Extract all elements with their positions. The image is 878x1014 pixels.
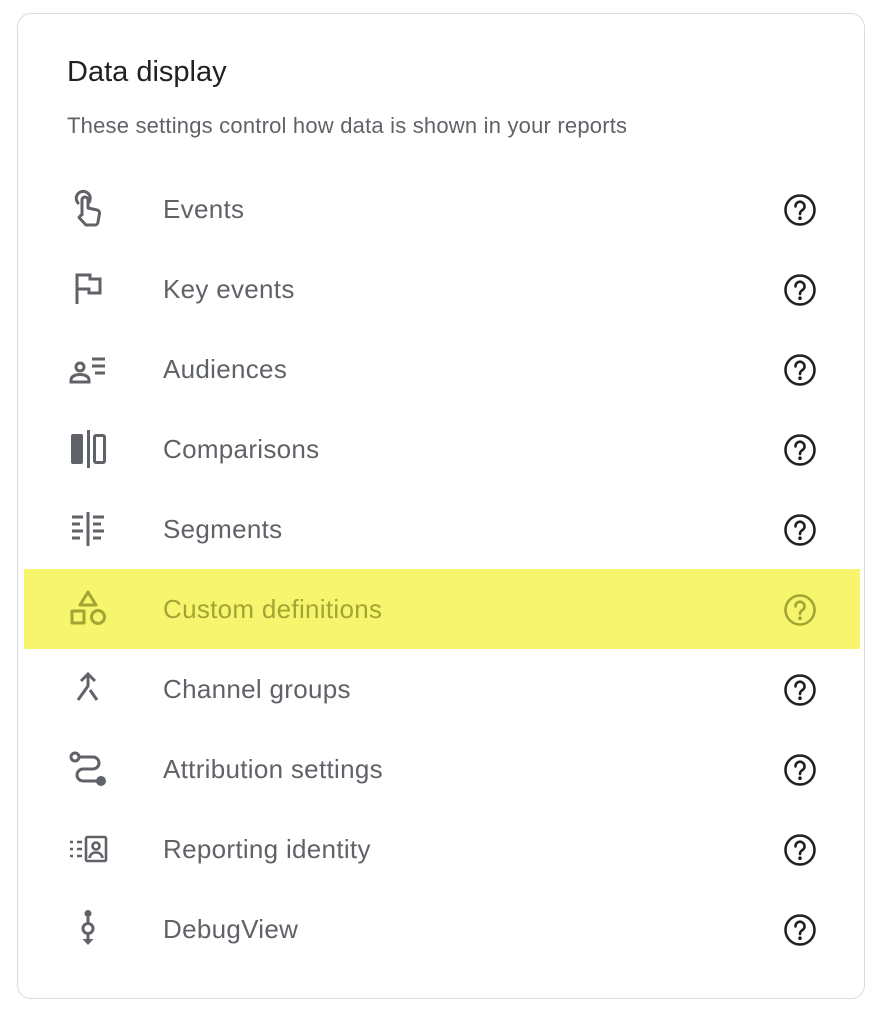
settings-list: Events Key events Audiences Comparisons … (18, 169, 864, 969)
help-icon[interactable] (783, 913, 817, 947)
list-item-reporting-identity[interactable]: Reporting identity (18, 809, 864, 889)
list-item-label: DebugView (163, 914, 299, 944)
list-item-events[interactable]: Events (18, 169, 864, 249)
help-icon[interactable] (783, 193, 817, 227)
list-item-audiences[interactable]: Audiences (18, 329, 864, 409)
flag-icon (68, 269, 108, 309)
debug-step-icon (68, 909, 108, 949)
help-icon[interactable] (783, 433, 817, 467)
list-item-comparisons[interactable]: Comparisons (18, 409, 864, 489)
list-item-custom-definitions[interactable]: Custom definitions (24, 569, 860, 649)
touch-app-icon (68, 189, 108, 229)
shapes-icon (68, 589, 108, 629)
data-display-card: Data display These settings control how … (17, 13, 865, 999)
segments-icon (68, 509, 108, 549)
list-item-label: Channel groups (163, 674, 351, 704)
route-icon (68, 749, 108, 789)
list-item-channel-groups[interactable]: Channel groups (18, 649, 864, 729)
help-icon[interactable] (783, 753, 817, 787)
list-item-label: Segments (163, 514, 283, 544)
list-item-debugview[interactable]: DebugView (18, 889, 864, 969)
help-icon[interactable] (783, 273, 817, 307)
list-item-label: Attribution settings (163, 754, 383, 784)
list-item-label: Audiences (163, 354, 288, 384)
list-item-label: Reporting identity (163, 834, 371, 864)
help-icon[interactable] (783, 673, 817, 707)
help-icon[interactable] (783, 593, 817, 627)
help-icon[interactable] (783, 513, 817, 547)
list-item-label: Comparisons (163, 434, 320, 464)
identity-card-icon (68, 829, 108, 869)
merge-icon (68, 669, 108, 709)
audience-list-icon (68, 349, 108, 389)
list-item-label: Events (163, 194, 245, 224)
list-item-key-events[interactable]: Key events (18, 249, 864, 329)
list-item-segments[interactable]: Segments (18, 489, 864, 569)
help-icon[interactable] (783, 353, 817, 387)
help-icon[interactable] (783, 833, 817, 867)
compare-icon (68, 429, 108, 469)
card-subtitle: These settings control how data is shown… (67, 113, 628, 138)
list-item-label: Custom definitions (163, 594, 383, 624)
list-item-label: Key events (163, 274, 295, 304)
card-title: Data display (67, 56, 227, 88)
list-item-attribution-settings[interactable]: Attribution settings (18, 729, 864, 809)
